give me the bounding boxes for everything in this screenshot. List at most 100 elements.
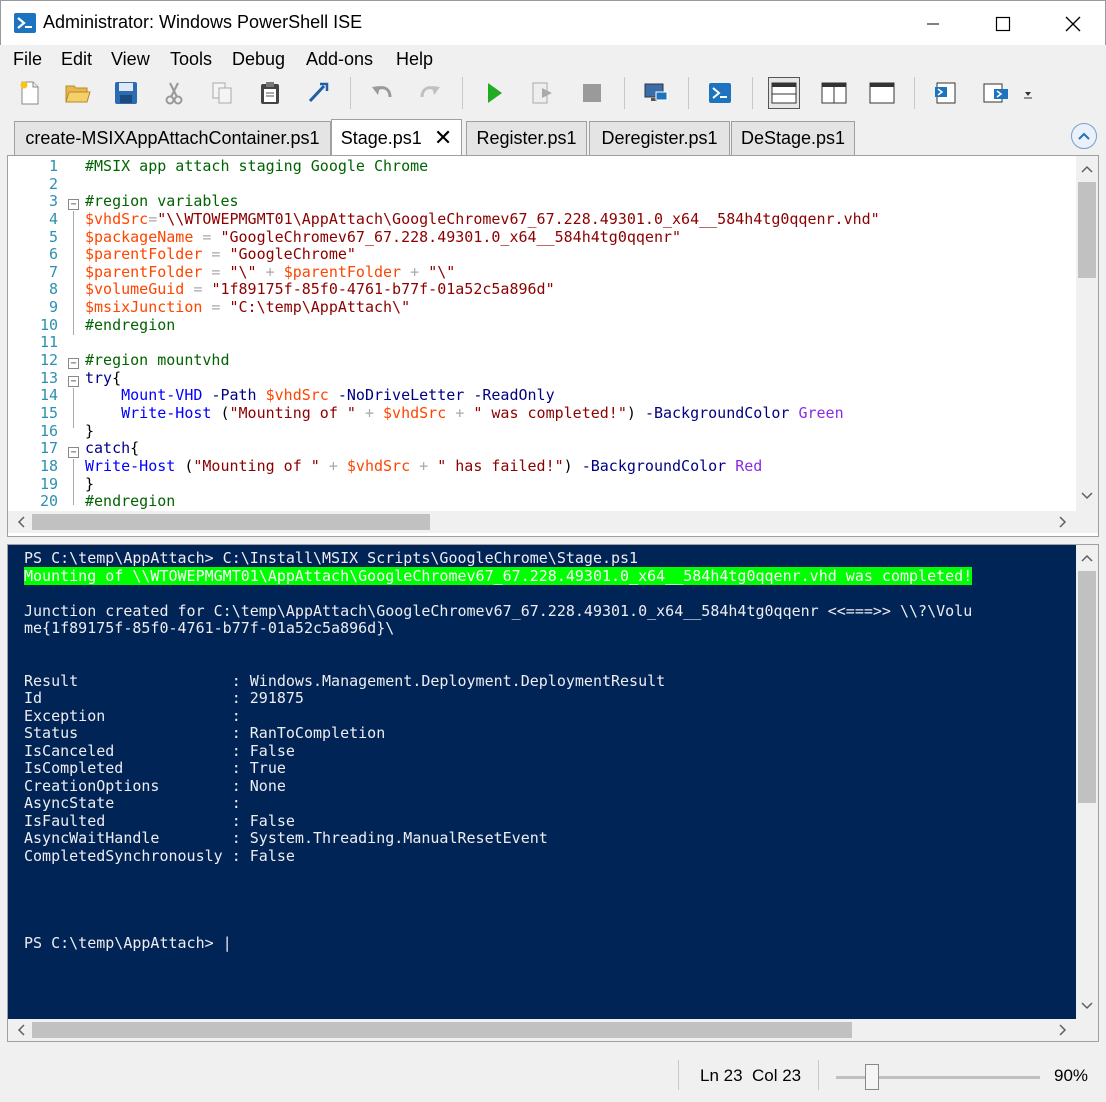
code-line[interactable]: $vhdSrc="\\WTOWEPMGMT01\AppAttach\Google… (85, 210, 1072, 229)
paste-icon[interactable] (254, 77, 286, 109)
menu-file[interactable]: File (13, 49, 42, 70)
scroll-left-icon[interactable] (12, 513, 30, 531)
console-vertical-scrollbar[interactable] (1076, 545, 1098, 1019)
code-line[interactable]: Mount-VHD -Path $vhdSrc -NoDriveLetter -… (85, 387, 1072, 405)
code-line[interactable]: Write-Host ("Mounting of " + $vhdSrc + "… (85, 403, 1072, 423)
console-text: PS C:\temp\AppAttach> C:\Install\MSIX Sc… (24, 549, 639, 567)
layout-top-icon[interactable] (768, 77, 800, 109)
scroll-down-icon[interactable] (1078, 487, 1096, 505)
collapse-script-pane-button[interactable] (1071, 123, 1097, 149)
code-line[interactable]: #region variables (85, 192, 1072, 211)
scroll-thumb[interactable] (32, 1022, 852, 1038)
menu-add-ons[interactable]: Add-ons (306, 49, 373, 70)
scroll-down-icon[interactable] (1078, 997, 1096, 1015)
scroll-thumb[interactable] (1078, 571, 1096, 803)
run-icon[interactable] (478, 77, 510, 109)
close-tab-icon[interactable]: ✕ (434, 127, 452, 149)
undo-icon[interactable] (366, 77, 398, 109)
code-line[interactable]: Write-Host ("Mounting of " + $vhdSrc + "… (85, 456, 1072, 476)
show-script-icon[interactable] (930, 77, 962, 109)
tab-create-msixappattachcontainer[interactable]: create-MSIXAppAttachContainer.ps1 (14, 121, 331, 155)
code-token: ) (563, 456, 582, 475)
clear-icon[interactable] (302, 77, 334, 109)
menu-help[interactable]: Help (396, 49, 433, 70)
menu-tools[interactable]: Tools (170, 49, 212, 70)
scroll-thumb[interactable] (32, 514, 430, 530)
console-line: IsFaulted : False (24, 812, 1072, 831)
show-console-icon[interactable] (980, 77, 1012, 109)
console-pane[interactable]: PS C:\temp\AppAttach> C:\Install\MSIX Sc… (7, 544, 1099, 1042)
code-line[interactable]: $parentFolder = "\" + $parentFolder + "\… (85, 262, 1072, 282)
open-icon[interactable] (62, 77, 94, 109)
menu-view[interactable]: View (111, 49, 150, 70)
line-number: 16 (39, 421, 58, 440)
tab-register[interactable]: Register.ps1 (466, 121, 587, 155)
minimize-button[interactable] (898, 1, 968, 46)
code-line[interactable]: $parentFolder = "GoogleChrome" (85, 245, 1072, 264)
overflow-icon[interactable] (1018, 77, 1038, 109)
redo-icon[interactable] (414, 77, 446, 109)
copy-icon[interactable] (206, 77, 238, 109)
code-token: #endregion (85, 492, 176, 511)
menu-debug[interactable]: Debug (232, 49, 285, 70)
code-line[interactable]: #endregion (85, 316, 1072, 335)
code-line[interactable]: } (85, 422, 1072, 441)
cut-icon[interactable] (158, 77, 190, 109)
script-editor[interactable]: 1 2 3 4 5 6 7 8 9 10 11 12 13 14 15 16 17 18 19 20 − − − − … (7, 155, 1099, 537)
collapse-region-icon[interactable]: − (68, 199, 79, 210)
maximize-button[interactable] (968, 1, 1038, 46)
tab-stage[interactable]: Stage.ps1 ✕ (331, 119, 462, 156)
tab-deregister[interactable]: Deregister.ps1 (589, 121, 730, 155)
tab-label: Deregister.ps1 (601, 128, 718, 148)
code-line[interactable]: $msixJunction = "C:\temp\AppAttach\" (85, 298, 1072, 317)
status-separator (818, 1060, 819, 1090)
block-guide (73, 459, 74, 505)
close-button[interactable] (1038, 1, 1106, 46)
collapse-block-icon[interactable]: − (68, 376, 79, 387)
scroll-thumb[interactable] (1078, 182, 1096, 278)
zoom-slider-thumb[interactable] (865, 1064, 879, 1090)
save-icon[interactable] (110, 77, 142, 109)
layout-max-icon[interactable] (866, 77, 898, 109)
code-line[interactable]: catch{ (85, 439, 1072, 458)
editor-vertical-scrollbar[interactable] (1076, 156, 1098, 511)
code-line[interactable] (85, 176, 1072, 194)
new-icon[interactable] (14, 77, 46, 109)
code-token: $vhdSrc (346, 456, 411, 475)
code-token: $parentFolder (85, 262, 203, 281)
stop-icon[interactable] (576, 77, 608, 109)
code-lines[interactable]: #MSIX app attach staging Google Chrome #r… (85, 157, 1072, 511)
run-selection-icon[interactable] (526, 77, 558, 109)
code-line[interactable]: } (85, 475, 1072, 494)
powershell-icon[interactable] (704, 77, 736, 109)
code-line[interactable]: #MSIX app attach staging Google Chrome (85, 157, 1072, 176)
code-token: Write-Host (121, 403, 212, 422)
script-tabs: create-MSIXAppAttachContainer.ps1 Stage.… (0, 113, 1106, 156)
scroll-left-icon[interactable] (12, 1021, 30, 1039)
code-token: = (202, 245, 230, 264)
scroll-right-icon[interactable] (1054, 513, 1072, 531)
layout-right-icon[interactable] (818, 77, 850, 109)
code-line[interactable]: $packageName = "GoogleChromev67_67.228.4… (85, 228, 1072, 247)
scroll-up-icon[interactable] (1078, 160, 1096, 178)
code-token: "GoogleChrome" (229, 245, 356, 264)
code-line[interactable]: $volumeGuid = "1f89175f-85f0-4761-b77f-0… (85, 281, 1072, 299)
collapse-block-icon[interactable]: − (68, 447, 79, 458)
code-line[interactable] (85, 334, 1072, 352)
scroll-up-icon[interactable] (1078, 549, 1096, 567)
editor-horizontal-scrollbar[interactable] (8, 511, 1098, 533)
line-number: 14 (39, 386, 58, 405)
console-horizontal-scrollbar[interactable] (8, 1019, 1098, 1041)
collapse-region-icon[interactable]: − (68, 358, 79, 369)
remote-icon[interactable] (640, 77, 672, 109)
console-output[interactable]: PS C:\temp\AppAttach> C:\Install\MSIX Sc… (24, 549, 1072, 953)
code-line[interactable]: #endregion (85, 492, 1072, 511)
scroll-right-icon[interactable] (1054, 1021, 1072, 1039)
code-line[interactable]: #region mountvhd (85, 351, 1072, 370)
menu-edit[interactable]: Edit (61, 49, 92, 70)
tab-destage[interactable]: DeStage.ps1 (731, 121, 855, 155)
code-line[interactable]: try{ (85, 369, 1072, 388)
